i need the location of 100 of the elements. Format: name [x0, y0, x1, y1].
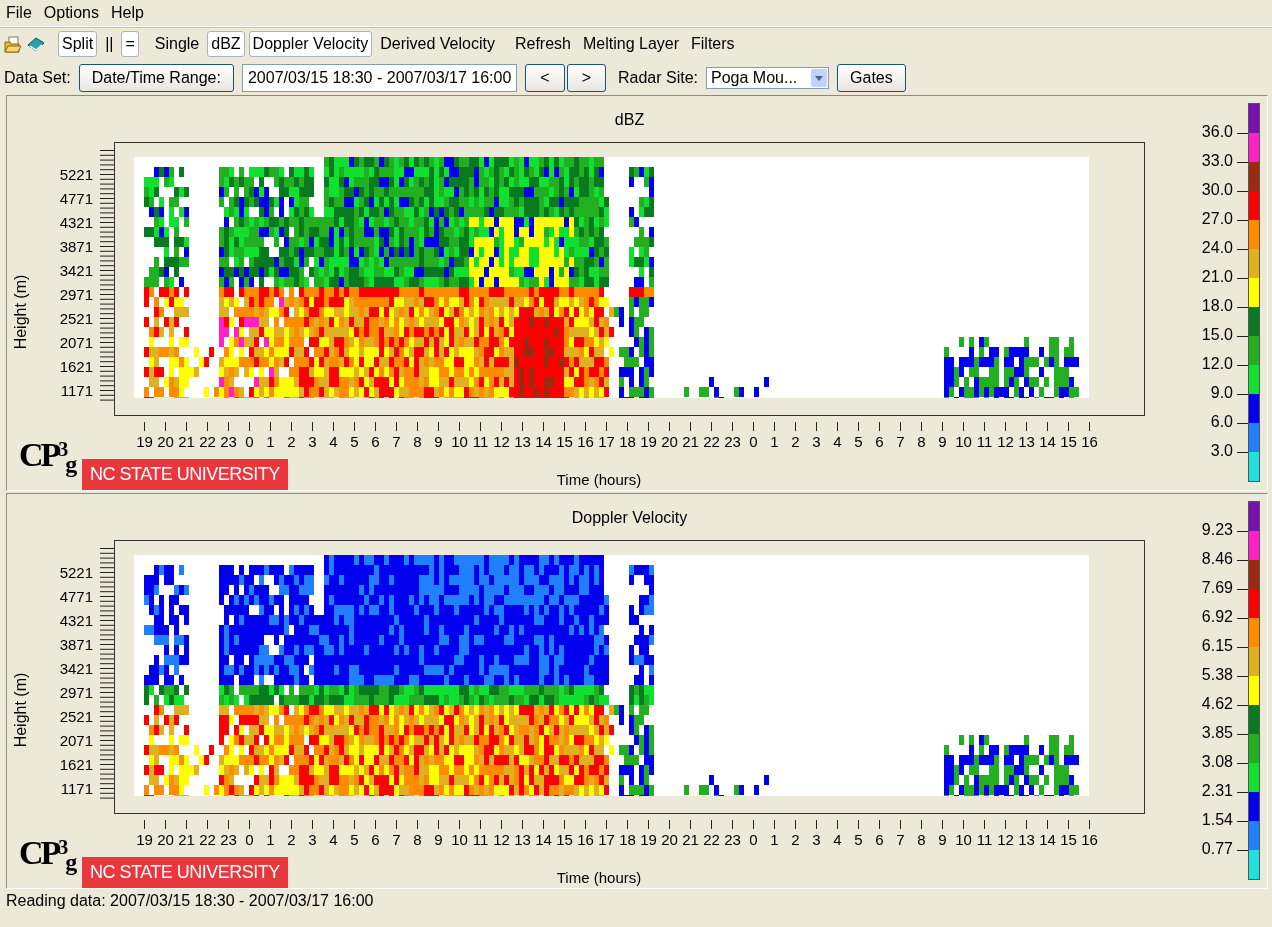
scale-label: 6.15	[1200, 637, 1233, 655]
axis-tick-label: 1	[770, 434, 779, 450]
axis-tick-label: 9	[434, 832, 443, 848]
axis-tick-label: 22	[199, 832, 216, 848]
toolbar-toggle[interactable]: ||	[101, 31, 118, 57]
axis-tick-label: 6	[371, 832, 380, 848]
menu-item[interactable]: Help	[104, 0, 150, 26]
scale-label: 4.62	[1200, 695, 1233, 713]
axis-tick-label: 21	[682, 434, 699, 450]
axis-tick-label: 4	[833, 434, 842, 450]
axis-tick-label: 10	[451, 832, 468, 848]
axis-title: Height (m)	[11, 274, 30, 350]
axis-tick-label: 3421	[58, 661, 93, 677]
university-logo: NC STATE UNIVERSITY	[82, 857, 288, 888]
axis-tick-label: 23	[724, 434, 741, 450]
axis-tick-label: 5	[854, 832, 863, 848]
toolbar-toggle[interactable]: Single	[150, 31, 204, 57]
date-range-field[interactable]: 2007/03/15 18:30 - 2007/03/17 16:00	[241, 64, 518, 92]
axis-tick-label: 5	[350, 434, 359, 450]
scale-label: 8.46	[1200, 550, 1233, 568]
axis-title: Height (m)	[11, 672, 30, 748]
axis-tick-label: 20	[157, 434, 174, 450]
chart-title: dBZ	[614, 110, 645, 130]
caret-icon[interactable]	[811, 69, 828, 87]
next-button[interactable]: >	[566, 64, 606, 92]
radar-site-dropdown[interactable]: Poga Mou...	[706, 67, 830, 89]
previous-button[interactable]: <	[525, 64, 565, 92]
axis-tick-label: 13	[514, 832, 531, 848]
axis-tick-label: 23	[220, 832, 237, 848]
toolbar-toggle[interactable]: Refresh	[510, 31, 575, 57]
axis-tick-label: 8	[413, 832, 422, 848]
toolbar-toggle[interactable]: Melting Layer	[579, 31, 684, 57]
axis-tick-label: 10	[955, 434, 972, 450]
scale-label: 9.23	[1200, 521, 1233, 539]
scale-label: 33.0	[1200, 152, 1233, 170]
axis-tick-label: 1621	[58, 757, 93, 773]
axis-tick-label: 16	[577, 434, 594, 450]
axis-tick-label: 21	[682, 832, 699, 848]
axis-tick-label: 19	[640, 832, 657, 848]
axis-tick-label: 20	[157, 832, 174, 848]
axis-tick-label: 4771	[58, 191, 93, 207]
menu-item[interactable]: Options	[37, 0, 105, 26]
toolbar-toggle[interactable]: Derived Velocity	[376, 31, 499, 57]
axis-tick-label: 10	[955, 832, 972, 848]
axis-tick-label: 0	[749, 434, 758, 450]
toolbar-toggle[interactable]: Doppler Velocity	[248, 31, 373, 57]
axis-tick-label: 5	[854, 434, 863, 450]
axis-title: Time (hours)	[556, 870, 642, 886]
scale-label: 3.08	[1200, 753, 1233, 771]
toolbar-toggle[interactable]: Split	[58, 31, 98, 57]
gates-button[interactable]: Gates	[837, 64, 906, 92]
menu-item[interactable]: File	[0, 0, 38, 26]
scale-label: 12.0	[1200, 355, 1233, 373]
axis-tick-label: 16	[577, 832, 594, 848]
axis-tick-label: 3871	[58, 637, 93, 653]
scale-label: 36.0	[1200, 123, 1233, 141]
field-label: Data Set:	[4, 68, 71, 88]
axis-tick-label: 16	[1081, 832, 1098, 848]
axis-tick-label: 1171	[59, 383, 93, 399]
axis-tick-label: 18	[619, 434, 636, 450]
axis-tick-label: 4	[329, 434, 338, 450]
axis-tick-label: 8	[413, 434, 422, 450]
axis-tick-label: 3	[308, 434, 317, 450]
scale-label: 6.92	[1200, 608, 1233, 626]
date-range-button[interactable]: Date/Time Range:	[78, 64, 234, 92]
toolbar-toggle[interactable]: Filters	[687, 31, 739, 57]
axis-tick-label: 12	[997, 832, 1014, 848]
axis-tick-label: 12	[997, 434, 1014, 450]
axis-tick-label: 18	[619, 832, 636, 848]
axis-tick-label: 4321	[58, 613, 93, 629]
axis-tick-label: 4	[833, 832, 842, 848]
axis-tick-label: 10	[451, 434, 468, 450]
axis-tick-label: 11	[472, 832, 489, 848]
axis-tick-label: 15	[556, 832, 573, 848]
axis-tick-label: 5221	[58, 167, 93, 183]
axis-tick-label: 15	[556, 434, 573, 450]
axis-tick-label: 12	[493, 832, 510, 848]
axis-tick-label: 14	[535, 832, 552, 848]
axis-tick-label: 11	[976, 832, 993, 848]
axis-tick-label: 3871	[58, 239, 93, 255]
axis-tick-label: 11	[976, 434, 993, 450]
axis-tick-label: 3421	[58, 263, 93, 279]
axis-tick-label: 9	[434, 434, 443, 450]
axis-tick-label: 7	[392, 434, 401, 450]
scale-label: 1.54	[1200, 811, 1233, 829]
axis-tick-label: 22	[703, 832, 720, 848]
scale-label: 5.38	[1200, 666, 1233, 684]
axis-tick-label: 19	[136, 832, 153, 848]
status-text: Reading data: 2007/03/15 18:30 - 2007/03/17 16:00	[5, 891, 375, 911]
axis-tick-label: 2	[791, 832, 800, 848]
axis-tick-label: 14	[535, 434, 552, 450]
scale-label: 2.31	[1200, 782, 1233, 800]
scale-label: 0.77	[1200, 840, 1233, 858]
axis-tick-label: 3	[812, 434, 821, 450]
axis-tick-label: 2	[287, 434, 296, 450]
scale-label: 18.0	[1200, 297, 1233, 315]
toolbar-toggle[interactable]: dBZ	[207, 31, 245, 57]
toolbar-toggle[interactable]: =	[121, 31, 139, 57]
axis-tick-label: 23	[220, 434, 237, 450]
university-logo: NC STATE UNIVERSITY	[82, 459, 288, 490]
